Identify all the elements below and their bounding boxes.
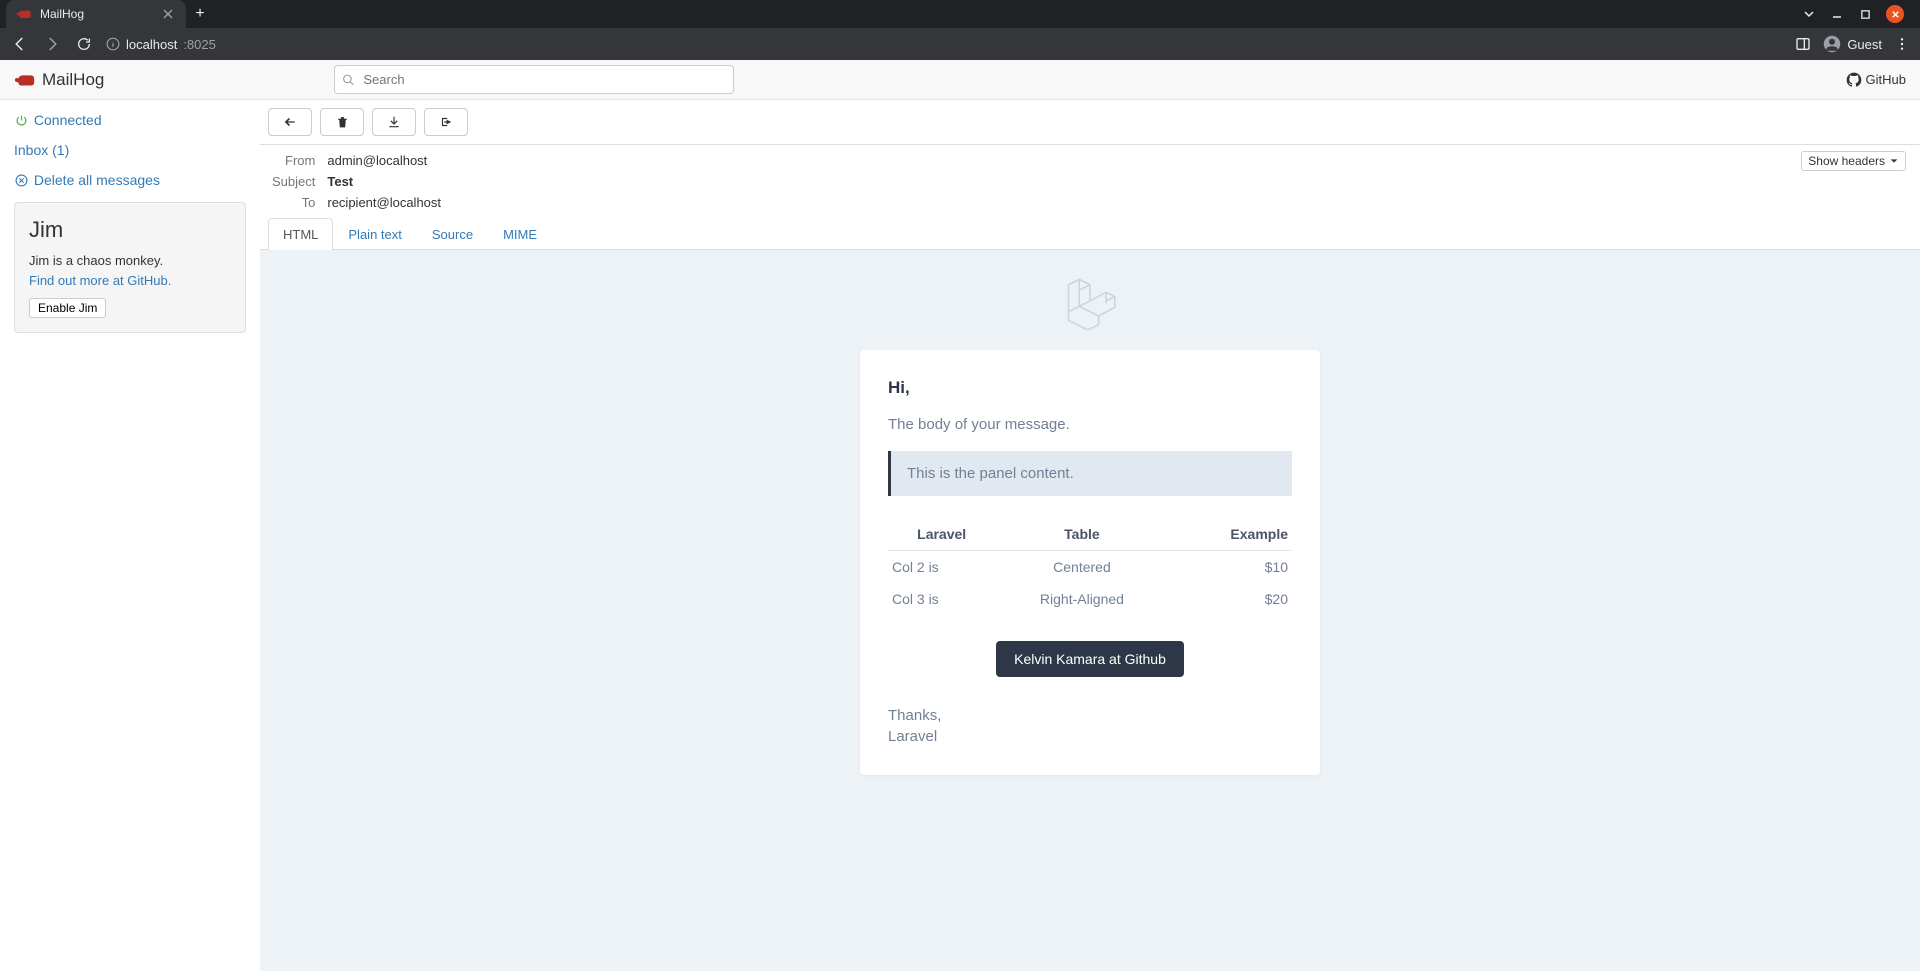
subject-label: Subject [272,172,325,191]
table-row: Col 3 is Right-Aligned $20 [888,583,1292,615]
browser-tab[interactable]: MailHog [6,0,186,28]
email-signoff: Thanks, Laravel [888,705,1292,747]
hog-icon [14,72,36,88]
email-cta-button[interactable]: Kelvin Kamara at Github [996,641,1184,677]
message-meta: From admin@localhost Subject Test To rec… [260,145,1920,218]
window-close-icon[interactable] [1886,5,1904,23]
tab-title: MailHog [40,7,152,21]
circle-x-icon [14,174,28,188]
trash-icon [336,115,349,129]
tab-plain[interactable]: Plain text [333,218,416,250]
delete-all-label: Delete all messages [34,172,160,188]
tab-mime[interactable]: MIME [488,218,552,250]
arrow-left-icon [282,115,298,129]
email-greeting: Hi, [888,378,1292,398]
github-label: GitHub [1866,72,1906,87]
new-tab-button[interactable]: + [186,0,214,28]
url-host: localhost [126,37,177,52]
th-2: Example [1169,518,1292,551]
power-icon [14,114,28,128]
guest-profile[interactable]: Guest [1823,35,1882,53]
url-box[interactable]: localhost :8025 [106,37,216,52]
chevron-down-icon[interactable] [1802,7,1816,21]
search-box [334,65,734,94]
sidebar: Connected Inbox (1) Delete all messages … [0,100,260,971]
browser-chrome: MailHog + [0,0,1920,60]
tab-close-icon[interactable] [160,6,176,22]
email-card: Hi, The body of your message. This is th… [860,350,1320,775]
jim-title: Jim [29,217,231,243]
email-viewport[interactable]: Hi, The body of your message. This is th… [260,250,1920,971]
download-icon [387,115,401,129]
chevron-down-icon [1889,156,1899,166]
brand-text: MailHog [42,70,104,90]
from-label: From [272,151,325,170]
app-header: MailHog GitHub [0,60,1920,100]
tab-bar: MailHog + [0,0,1920,28]
brand[interactable]: MailHog [14,70,104,90]
back-button[interactable] [268,108,312,136]
search-icon [342,73,355,86]
window-controls [1802,5,1914,23]
laravel-logo-icon [475,274,1705,330]
kebab-menu-icon[interactable] [1894,36,1910,52]
to-value: recipient@localhost [327,193,441,212]
delete-button[interactable] [320,108,364,136]
reload-icon[interactable] [74,34,94,54]
tab-source[interactable]: Source [417,218,488,250]
github-icon [1846,72,1862,88]
email-panel: This is the panel content. [888,451,1292,496]
github-link[interactable]: GitHub [1846,72,1906,88]
inbox-link[interactable]: Inbox (1) [14,142,69,158]
content: From admin@localhost Subject Test To rec… [260,100,1920,971]
delete-all-messages[interactable]: Delete all messages [14,172,246,188]
search-input[interactable] [334,65,734,94]
info-icon [106,37,120,51]
to-label: To [272,193,325,212]
forward-icon [42,34,62,54]
app: MailHog GitHub Connected [0,60,1920,971]
from-value: admin@localhost [327,151,441,170]
jim-desc: Jim is a chaos monkey. [29,253,231,268]
download-button[interactable] [372,108,416,136]
minimize-icon[interactable] [1830,7,1844,21]
th-0: Laravel [888,518,995,551]
show-headers-button[interactable]: Show headers [1801,151,1906,171]
connection-status: Connected [14,112,246,128]
panel-toggle-icon[interactable] [1795,36,1811,52]
tab-html[interactable]: HTML [268,218,333,250]
show-headers-label: Show headers [1808,154,1885,168]
connected-label[interactable]: Connected [34,112,102,128]
email-table: Laravel Table Example Col 2 is Centered … [888,518,1292,615]
table-row: Col 2 is Centered $10 [888,551,1292,584]
share-icon [439,115,453,129]
address-bar: localhost :8025 Guest [0,28,1920,60]
jim-panel: Jim Jim is a chaos monkey. Find out more… [14,202,246,333]
release-button[interactable] [424,108,468,136]
hog-favicon-icon [16,6,32,22]
url-port: :8025 [183,37,216,52]
subject-value: Test [327,172,441,191]
jim-github-link[interactable]: Find out more at GitHub. [29,273,171,288]
email-body: The body of your message. [888,416,1292,433]
back-icon[interactable] [10,34,30,54]
enable-jim-button[interactable]: Enable Jim [29,298,106,318]
th-1: Table [995,518,1168,551]
maximize-icon[interactable] [1858,7,1872,21]
message-tabs: HTML Plain text Source MIME [260,218,1920,250]
message-toolbar [260,100,1920,145]
guest-label: Guest [1847,37,1882,52]
